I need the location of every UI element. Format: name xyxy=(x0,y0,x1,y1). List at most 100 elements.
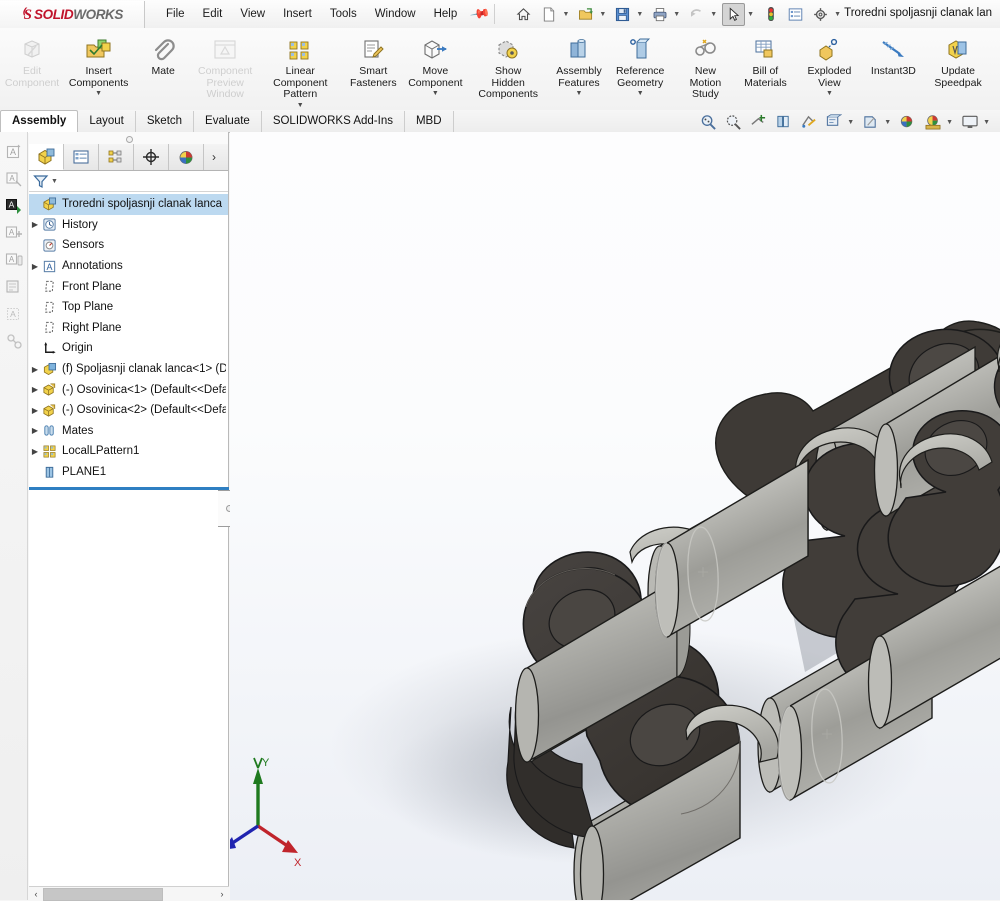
tree-item-top-plane[interactable]: ▶ Top Plane xyxy=(29,297,228,318)
chevron-down-icon[interactable]: ▼ xyxy=(710,11,717,18)
tree-item-sensors[interactable]: ▶ Sensors xyxy=(29,235,228,256)
zoom-to-area-icon[interactable] xyxy=(722,112,745,133)
datum-feature-icon[interactable]: A xyxy=(3,302,25,325)
edit-component-button[interactable]: EditComponent xyxy=(1,31,63,90)
chevron-down-icon[interactable]: ▼ xyxy=(599,11,606,18)
surface-finish-icon[interactable]: A xyxy=(3,248,25,271)
tree-item-locallpattern1[interactable]: ▶ LocalLPattern1 xyxy=(29,441,228,462)
zoom-to-fit-icon[interactable] xyxy=(697,112,720,133)
expand-arrow[interactable]: ▶ xyxy=(29,426,41,435)
options-list-icon[interactable] xyxy=(784,3,807,26)
tree-item-osovinica-1[interactable]: ▶ (-) Osovinica<1> (Default<<Defa xyxy=(29,379,228,400)
insert-components-button[interactable]: InsertComponents ▼ xyxy=(65,31,132,99)
chevron-down-icon[interactable]: ▼ xyxy=(946,119,953,126)
edit-appearance-icon[interactable] xyxy=(859,112,882,133)
pushpin-icon[interactable]: 📌 xyxy=(469,3,491,25)
print-icon[interactable] xyxy=(648,3,671,26)
display-manager-tab[interactable] xyxy=(169,144,204,170)
geometric-tolerance-icon[interactable] xyxy=(3,329,25,352)
component-preview-window-button[interactable]: ComponentPreviewWindow xyxy=(194,31,256,102)
menu-item-file[interactable]: File xyxy=(157,4,194,24)
feature-manager-tab[interactable] xyxy=(29,144,64,170)
menu-item-edit[interactable]: Edit xyxy=(194,4,232,24)
chevron-down-icon[interactable]: ▼ xyxy=(51,178,58,185)
assembly-features-button[interactable]: AssemblyFeatures ▼ xyxy=(550,31,608,99)
expand-arrow[interactable]: ▶ xyxy=(29,262,41,271)
display-style-icon[interactable] xyxy=(822,112,845,133)
solidworks-logo[interactable]: ⁽S SOLIDWORKS xyxy=(0,1,145,28)
panel-grip[interactable] xyxy=(29,132,228,144)
apply-scene-icon[interactable] xyxy=(896,112,919,133)
view-orientation-icon[interactable] xyxy=(772,112,795,133)
take-snapshot-button[interactable]: TakeSnapshot xyxy=(994,31,1000,90)
tab-assembly[interactable]: Assembly xyxy=(0,110,78,133)
chevron-down-icon[interactable]: ▼ xyxy=(826,90,833,98)
chevron-down-icon[interactable]: ▼ xyxy=(637,90,644,98)
scroll-left-arrow[interactable]: ‹ xyxy=(29,887,43,900)
expand-arrow[interactable]: ▶ xyxy=(29,365,41,374)
undo-icon[interactable] xyxy=(685,3,708,26)
expand-arrow[interactable]: ▶ xyxy=(29,447,41,456)
tab-mbd[interactable]: MBD xyxy=(405,111,454,132)
select-cursor-icon[interactable] xyxy=(722,3,745,26)
tree-item-spoljasnji-clanak-lanca[interactable]: ▶ (f) Spoljasnji clanak lanca<1> (De xyxy=(29,359,228,380)
save-icon[interactable] xyxy=(611,3,634,26)
tab-evaluate[interactable]: Evaluate xyxy=(194,111,262,132)
open-folder-icon[interactable] xyxy=(574,3,597,26)
show-hidden-components-button[interactable]: ShowHiddenComponents xyxy=(472,31,544,102)
menu-item-tools[interactable]: Tools xyxy=(321,4,366,24)
menu-item-window[interactable]: Window xyxy=(366,4,425,24)
expand-arrow[interactable]: ▶ xyxy=(29,406,41,415)
menu-item-insert[interactable]: Insert xyxy=(274,4,321,24)
home-icon[interactable] xyxy=(512,3,535,26)
chevron-down-icon[interactable]: ▼ xyxy=(834,11,841,18)
chevron-down-icon[interactable]: ▼ xyxy=(983,119,990,126)
weld-symbol-icon[interactable] xyxy=(3,275,25,298)
instant3d-button[interactable]: Instant3D xyxy=(864,31,922,79)
tree-horizontal-scrollbar[interactable]: ‹ › xyxy=(29,886,229,900)
chevron-down-icon[interactable]: ▼ xyxy=(673,11,680,18)
move-component-button[interactable]: MoveComponent ▼ xyxy=(404,31,466,99)
tree-panel-splitter[interactable] xyxy=(29,487,229,490)
view-settings-icon[interactable] xyxy=(921,112,944,133)
tab-solidworks-add-ins[interactable]: SOLIDWORKS Add-Ins xyxy=(262,111,405,132)
linear-component-pattern-button[interactable]: Linear ComponentPattern ▼ xyxy=(258,31,342,111)
balloon-annotation-icon[interactable]: A xyxy=(3,167,25,190)
tree-item-osovinica-2[interactable]: ▶ (-) Osovinica<2> (Default<<Defa xyxy=(29,400,228,421)
tree-item-front-plane[interactable]: ▶ Front Plane xyxy=(29,276,228,297)
tree-item-assembly-root[interactable]: ▶ Troredni spoljasnji clanak lanca (Defa xyxy=(29,194,228,215)
chevron-down-icon[interactable]: ▼ xyxy=(884,119,891,126)
tab-layout[interactable]: Layout xyxy=(78,111,136,132)
tree-item-plane1[interactable]: ▶ PLANE1 xyxy=(29,462,228,483)
scroll-thumb[interactable] xyxy=(43,888,163,901)
chevron-down-icon[interactable]: ▼ xyxy=(747,11,754,18)
new-document-icon[interactable] xyxy=(537,3,560,26)
more-tabs-chevron-icon[interactable]: › xyxy=(204,144,224,170)
bill-of-materials-button[interactable]: Bill ofMaterials xyxy=(736,31,794,90)
scroll-track[interactable] xyxy=(43,887,215,900)
configuration-manager-tab[interactable] xyxy=(99,144,134,170)
chevron-down-icon[interactable]: ▼ xyxy=(847,119,854,126)
hide-show-pane-icon[interactable] xyxy=(958,112,981,133)
tree-item-right-plane[interactable]: ▶ Right Plane xyxy=(29,318,228,339)
chevron-down-icon[interactable]: ▼ xyxy=(432,90,439,98)
expand-arrow[interactable]: ▶ xyxy=(29,220,41,229)
chevron-down-icon[interactable]: ▼ xyxy=(95,90,102,98)
auto-balloon-icon[interactable]: A xyxy=(3,194,25,217)
new-motion-study-button[interactable]: NewMotionStudy xyxy=(676,31,734,102)
tree-item-origin[interactable]: ▶ Origin xyxy=(29,338,228,359)
chevron-down-icon[interactable]: ▼ xyxy=(575,90,582,98)
magnetic-line-icon[interactable]: A xyxy=(3,221,25,244)
menu-item-view[interactable]: View xyxy=(231,4,274,24)
reference-geometry-button[interactable]: ReferenceGeometry ▼ xyxy=(610,31,670,99)
tree-filter-row[interactable]: ▼ xyxy=(29,171,228,192)
tree-item-history[interactable]: ▶ History xyxy=(29,215,228,236)
tree-item-annotations[interactable]: ▶ A Annotations xyxy=(29,256,228,277)
settings-gear-icon[interactable] xyxy=(809,3,832,26)
hide-show-items-icon[interactable] xyxy=(797,112,820,133)
chevron-down-icon[interactable]: ▼ xyxy=(636,11,643,18)
update-speedpak-button[interactable]: UpdateSpeedpak xyxy=(928,31,987,90)
exploded-view-button[interactable]: ExplodedView ▼ xyxy=(800,31,858,99)
section-view-icon[interactable] xyxy=(747,112,770,133)
tab-sketch[interactable]: Sketch xyxy=(136,111,194,132)
